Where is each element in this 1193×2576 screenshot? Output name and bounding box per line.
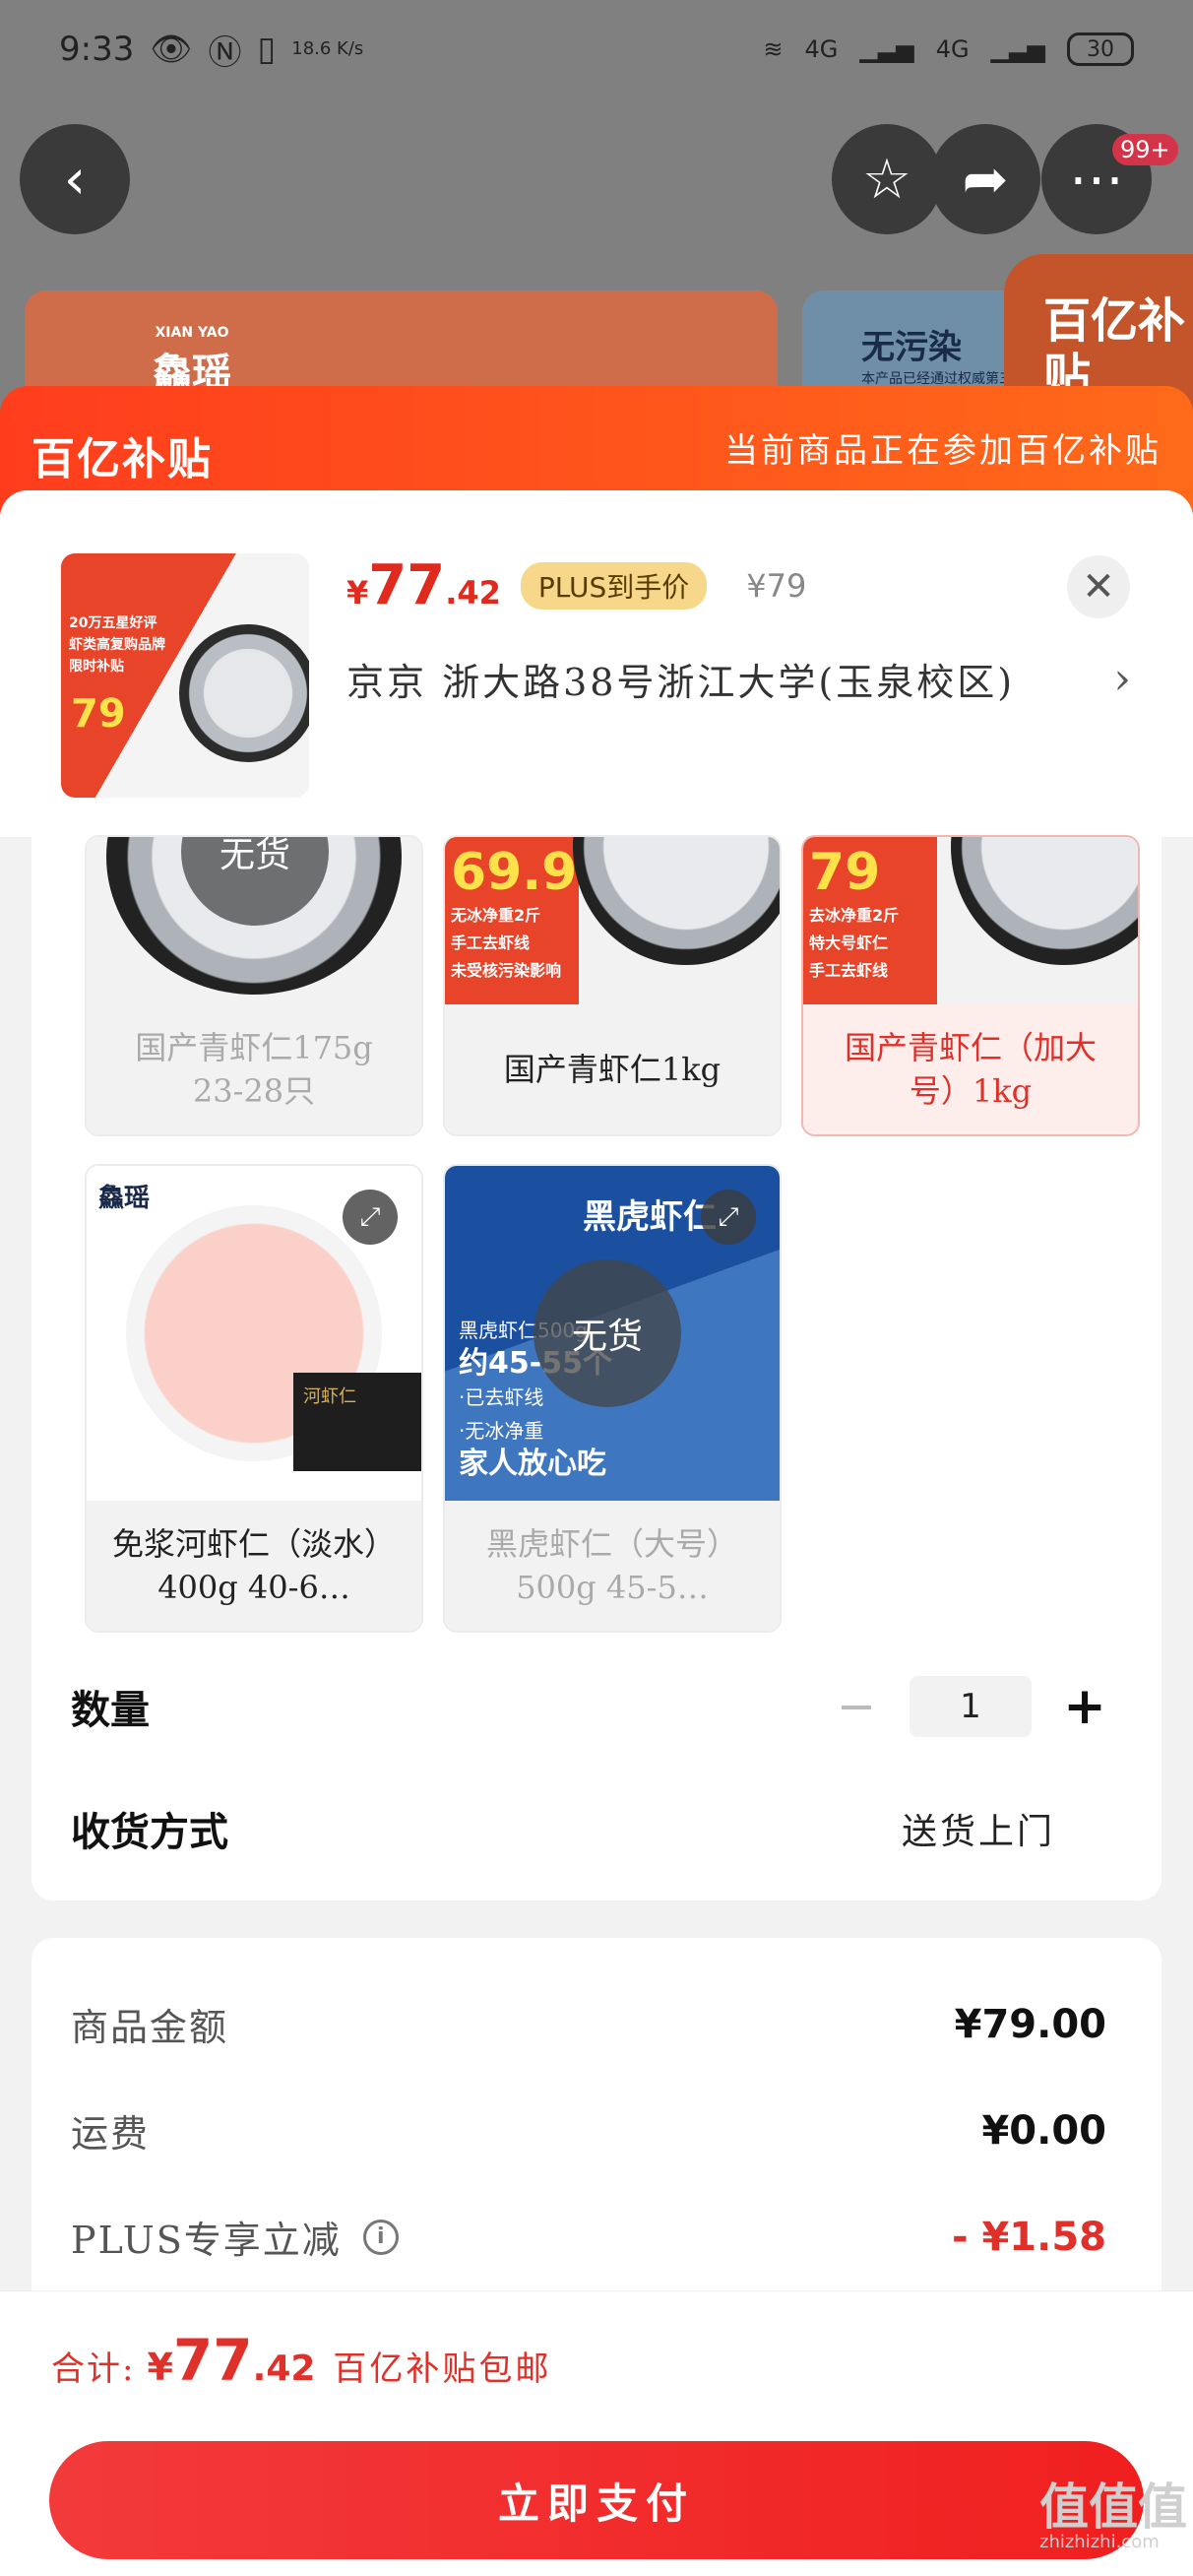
fee-value: ¥79.00 [954, 2001, 1106, 2047]
variant-image: 无货 [87, 837, 421, 1004]
purchase-sheet: 20万五星好评 虾类高复购品牌 限时补贴 79 ¥77.42 PLUS到手价 ¥… [0, 490, 1193, 2292]
price-row: ¥77.42 PLUS到手价 ¥79 [346, 553, 806, 617]
product-summary: 20万五星好评 虾类高复购品牌 限时补贴 79 ¥77.42 PLUS到手价 ¥… [0, 490, 1193, 837]
variant-panel: 无货 国产青虾仁175g 23-28只 69.9 无冰净重2斤 手工去虾线 未受… [31, 835, 1162, 1900]
address-text: 京京 浙大路38号浙江大学(玉泉校区) [346, 661, 1016, 704]
share-icon: ➦ [962, 147, 1009, 212]
promo-image: 79 去冰净重2斤 特大号虾仁 手工去虾线 [803, 837, 937, 1004]
quantity-label: 数量 [71, 1687, 150, 1733]
brand-logo: 鱻瑶 [98, 1184, 151, 1213]
fee-value: ¥0.00 [981, 2107, 1106, 2154]
variant-option-2[interactable]: 69.9 无冰净重2斤 手工去虾线 未受核污染影响 国产青虾仁1kg [443, 835, 782, 1136]
increase-button[interactable]: + [1055, 1677, 1114, 1736]
close-button[interactable]: ✕ [1067, 555, 1130, 618]
wifi-icon: ≋ [763, 35, 784, 63]
box-title: 黑虎虾仁 [583, 1197, 717, 1237]
variant-option-3[interactable]: 79 去冰净重2斤 特大号虾仁 手工去虾线 国产青虾仁（加大号）1kg [801, 835, 1140, 1136]
fee-breakdown: 商品金额 ¥79.00 运费 ¥0.00 PLUS专享立减 i - ¥1.58 [31, 1938, 1162, 2292]
soldout-overlay: 无货 [534, 1259, 681, 1407]
signal-2: 4G [935, 35, 970, 63]
fee-row-shipping: 运费 ¥0.00 [71, 2103, 1106, 2157]
eye-icon: 👁 [150, 30, 193, 69]
battery-icon: 30 [1067, 32, 1134, 66]
fee-row-plus-discount: PLUS专享立减 i - ¥1.58 [71, 2210, 1106, 2264]
fee-row-goods: 商品金额 ¥79.00 [71, 1997, 1106, 2051]
decrease-button[interactable]: − [827, 1679, 886, 1734]
message-badge: 99+ [1112, 134, 1178, 165]
fee-label: PLUS专享立减 [71, 2219, 342, 2262]
checkout-footer: 合计: ¥ 77 .42 百亿补贴包邮 立即支付 [0, 2290, 1193, 2576]
subsidy-logo: 百亿补贴 [31, 434, 213, 484]
info-icon[interactable]: i [362, 2219, 399, 2255]
pay-now-button[interactable]: 立即支付 [49, 2441, 1144, 2559]
back-arrow-icon: ‹ [63, 147, 87, 212]
share-button[interactable]: ➦ [930, 124, 1040, 234]
back-button[interactable]: ‹ [20, 124, 130, 234]
free-shipping-note: 百亿补贴包邮 [333, 2350, 552, 2389]
fee-value: - ¥1.58 [951, 2214, 1106, 2260]
network-speed: 18.6 K/s [291, 38, 364, 59]
variant-label: 国产青虾仁175g 23-28只 [87, 1004, 421, 1134]
variant-label: 黑虎虾仁（大号）500g 45-5… [445, 1501, 780, 1631]
product-thumbnail[interactable]: 20万五星好评 虾类高复购品牌 限时补贴 79 [61, 553, 309, 798]
variant-image: 黑虎虾仁 黑虎虾仁500g 约45-55个 ·已去虾线 ·无冰净重 家人放心吃 … [445, 1166, 780, 1501]
shrimp-plate-image [951, 837, 1138, 965]
variant-image: 鱻瑶 河虾仁 ⤢ [87, 1166, 421, 1501]
favorite-button[interactable]: ☆ [832, 124, 942, 234]
thumbnail-price: 79 [71, 691, 126, 737]
delivery-label: 收货方式 [71, 1809, 228, 1855]
expand-icon[interactable]: ⤢ [701, 1190, 756, 1245]
variant-label: 国产青虾仁（加大号）1kg [803, 1004, 1138, 1134]
watermark-logo: 值值值 zhizhizhi.com [1039, 2479, 1187, 2552]
status-bar: 9:33 👁 Ⓝ ▯ 18.6 K/s ≋ 4G ▁▃▅ 4G ▁▃▅ 30 [0, 0, 1193, 98]
shrimp-plate-image [179, 624, 309, 762]
variant-option-4[interactable]: 鱻瑶 河虾仁 ⤢ 免浆河虾仁（淡水）400g 40-6… [85, 1164, 423, 1633]
variant-image: 69.9 无冰净重2斤 手工去虾线 未受核污染影响 [445, 837, 780, 1004]
subsidy-note: 当前商品正在参加百亿补贴 [724, 431, 1162, 471]
close-icon: ✕ [1082, 564, 1115, 610]
signal-icon: ▁▃▅ [990, 35, 1045, 63]
promo-image: 69.9 无冰净重2斤 手工去虾线 未受核污染影响 [445, 837, 579, 1004]
variant-option-5[interactable]: 黑虎虾仁 黑虎虾仁500g 约45-55个 ·已去虾线 ·无冰净重 家人放心吃 … [443, 1164, 782, 1633]
quantity-value[interactable]: 1 [910, 1676, 1032, 1737]
address-selector[interactable]: 京京 浙大路38号浙江大学(玉泉校区) › [346, 652, 1134, 706]
total-label: 合计: [51, 2350, 136, 2389]
delivery-value: 送货上门 [901, 1812, 1055, 1852]
quantity-row: 数量 − 1 + [71, 1676, 1114, 1737]
variant-label: 免浆河虾仁（淡水）400g 40-6… [87, 1501, 421, 1631]
chevron-right-icon: › [1113, 654, 1134, 704]
status-time: 9:33 [59, 30, 135, 69]
product-box-image: 河虾仁 [293, 1373, 421, 1471]
delivery-row[interactable]: 收货方式 送货上门 [71, 1800, 1114, 1857]
variant-image: 79 去冰净重2斤 特大号虾仁 手工去虾线 [803, 837, 1138, 1004]
variant-option-1[interactable]: 无货 国产青虾仁175g 23-28只 [85, 835, 423, 1136]
quantity-stepper: − 1 + [827, 1676, 1114, 1737]
nfc-icon: Ⓝ [208, 32, 242, 73]
fee-label: 商品金额 [71, 2006, 229, 2049]
plus-price-tag: PLUS到手价 [520, 561, 708, 610]
current-price: ¥77.42 [346, 553, 501, 617]
thumbnail-text: 20万五星好评 虾类高复购品牌 限时补贴 [69, 615, 165, 675]
signal-1: 4G [804, 35, 839, 63]
expand-icon[interactable]: ⤢ [343, 1190, 398, 1245]
signal-icon: ▁▃▅ [859, 35, 914, 63]
variant-label: 国产青虾仁1kg [445, 1004, 780, 1134]
vibrate-icon: ▯ [257, 30, 277, 69]
shrimp-plate-image [573, 837, 780, 965]
star-icon: ☆ [861, 147, 912, 212]
fee-label: 运费 [71, 2112, 151, 2156]
original-price: ¥79 [746, 566, 807, 605]
order-total: 合计: ¥ 77 .42 百亿补贴包邮 [51, 2327, 552, 2394]
